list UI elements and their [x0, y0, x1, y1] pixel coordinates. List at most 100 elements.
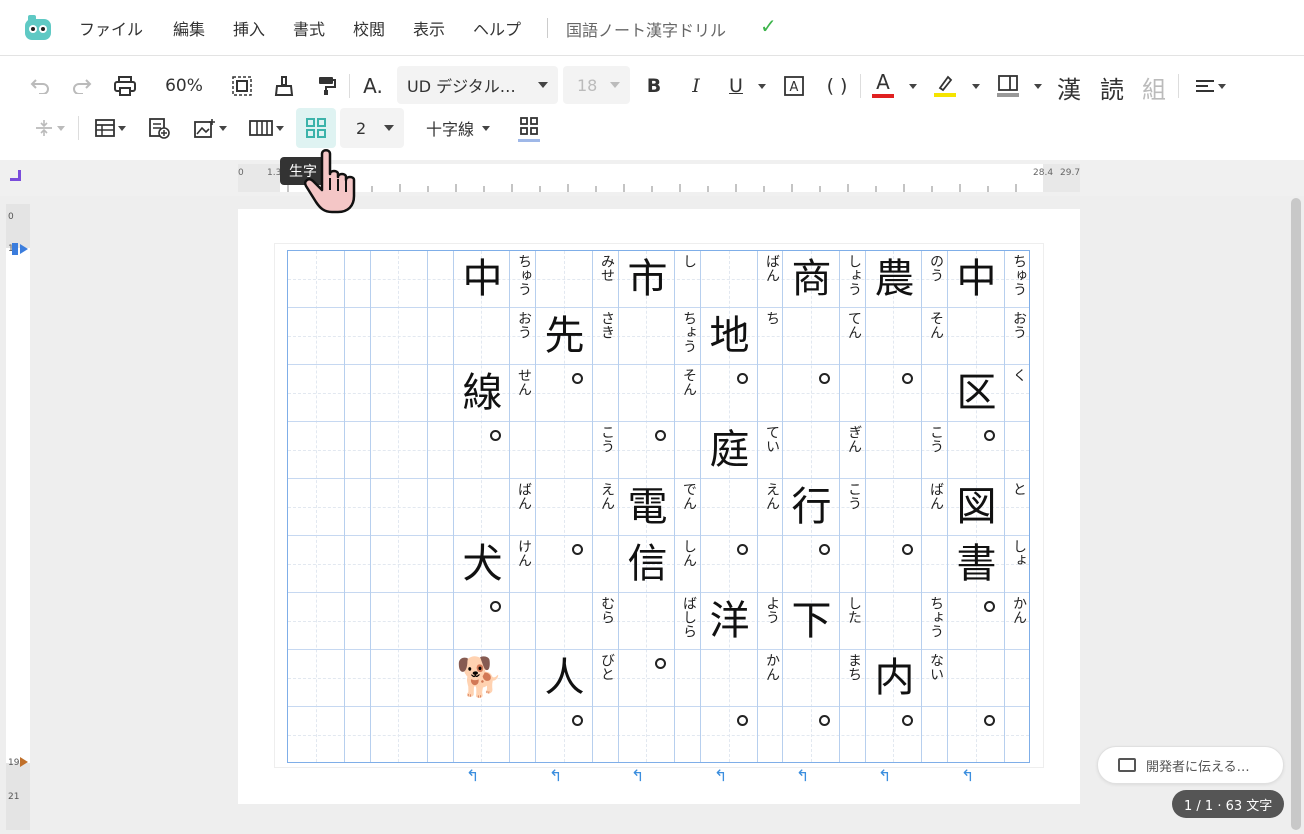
- furigana-text[interactable]: ばん: [760, 254, 780, 282]
- column-return-arrow-icon[interactable]: ↰: [961, 766, 974, 785]
- menu-edit[interactable]: 編集: [173, 16, 205, 40]
- zoom-level[interactable]: 60%: [160, 74, 208, 98]
- compose-button[interactable]: 組: [1142, 70, 1166, 105]
- kanji-button[interactable]: 漢: [1057, 70, 1081, 105]
- grid-squares-icon[interactable]: [296, 108, 336, 148]
- feedback-button[interactable]: 開発者に伝える…: [1097, 746, 1284, 784]
- furigana-text[interactable]: えん: [760, 482, 780, 510]
- insert-image-icon[interactable]: [192, 116, 228, 140]
- furigana-text[interactable]: そん: [924, 311, 944, 339]
- menu-insert[interactable]: 挿入: [233, 16, 265, 40]
- column-return-arrow-icon[interactable]: ↰: [796, 766, 809, 785]
- font-color-chevron-down-icon[interactable]: [903, 74, 919, 98]
- furigana-text[interactable]: しょ: [1007, 539, 1027, 567]
- kanji-cell[interactable]: 農: [866, 251, 923, 307]
- text-style-icon[interactable]: A.: [360, 72, 386, 100]
- furigana-text[interactable]: しん: [677, 539, 697, 567]
- font-family-select[interactable]: UD デジタル…: [397, 66, 558, 104]
- bold-icon[interactable]: B: [642, 74, 666, 98]
- menu-format[interactable]: 書式: [293, 16, 325, 40]
- kanji-cell[interactable]: 庭: [701, 422, 758, 478]
- column-return-arrow-icon[interactable]: ↰: [631, 766, 644, 785]
- font-color-icon[interactable]: A: [870, 70, 896, 100]
- furigana-text[interactable]: ない: [924, 653, 944, 681]
- bottom-margin-marker-icon[interactable]: [20, 757, 28, 767]
- kanji-cell[interactable]: 書: [948, 536, 1005, 592]
- kanji-cell[interactable]: 中: [454, 251, 511, 307]
- kanji-cell[interactable]: 区: [948, 365, 1005, 421]
- furigana-text[interactable]: ちゅう: [512, 254, 532, 296]
- kanji-cell[interactable]: 信: [619, 536, 676, 592]
- column-return-arrow-icon[interactable]: ↰: [878, 766, 891, 785]
- undo-icon[interactable]: [28, 74, 52, 98]
- border-chevron-down-icon[interactable]: [1028, 74, 1044, 98]
- border-icon[interactable]: [996, 72, 1020, 100]
- select-all-icon[interactable]: [230, 74, 254, 98]
- grid-toggle-icon[interactable]: [516, 114, 542, 144]
- furigana-text[interactable]: そん: [677, 368, 697, 396]
- furigana-text[interactable]: し: [677, 254, 697, 268]
- kanji-cell[interactable]: 人: [536, 650, 593, 706]
- furigana-text[interactable]: ばん: [924, 482, 944, 510]
- manuscript-layout-icon[interactable]: [246, 116, 286, 140]
- furigana-text[interactable]: えん: [595, 482, 615, 510]
- menu-view[interactable]: 表示: [413, 16, 445, 40]
- underline-icon[interactable]: U: [724, 74, 748, 98]
- kanji-cell[interactable]: 下: [783, 593, 840, 649]
- font-size-select[interactable]: 18: [563, 66, 630, 104]
- table-icon[interactable]: [92, 116, 128, 140]
- menu-file[interactable]: ファイル: [79, 16, 143, 40]
- reading-button[interactable]: 読: [1100, 70, 1124, 105]
- furigana-text[interactable]: でん: [677, 482, 697, 510]
- furigana-text[interactable]: ぎん: [842, 425, 862, 453]
- kanji-cell[interactable]: 行: [783, 479, 840, 535]
- furigana-text[interactable]: ち: [760, 311, 780, 325]
- kanji-cell[interactable]: 市: [619, 251, 676, 307]
- furigana-text[interactable]: かん: [760, 653, 780, 681]
- print-icon[interactable]: [112, 74, 138, 98]
- clear-format-brush-icon[interactable]: [272, 74, 296, 98]
- kanji-cell[interactable]: 図: [948, 479, 1005, 535]
- grid-count-select[interactable]: 2: [340, 108, 404, 148]
- furigana-text[interactable]: ちょう: [924, 596, 944, 638]
- horizontal-ruler[interactable]: [238, 164, 1080, 192]
- kanji-cell[interactable]: 犬: [454, 536, 511, 592]
- furigana-text[interactable]: さき: [595, 311, 615, 339]
- column-return-arrow-icon[interactable]: ↰: [714, 766, 727, 785]
- line-style-select[interactable]: 十字線: [418, 116, 498, 140]
- furigana-text[interactable]: ちゅう: [1007, 254, 1027, 296]
- kanji-cell[interactable]: 電: [619, 479, 676, 535]
- highlight-chevron-down-icon[interactable]: [966, 74, 982, 98]
- furigana-text[interactable]: むら: [595, 596, 615, 624]
- vertical-scrollbar[interactable]: [1291, 198, 1301, 830]
- furigana-text[interactable]: まち: [842, 653, 862, 681]
- insert-note-icon[interactable]: [146, 116, 172, 140]
- redo-icon[interactable]: [70, 74, 94, 98]
- column-return-arrow-icon[interactable]: ↰: [549, 766, 562, 785]
- furigana-text[interactable]: ばしら: [677, 596, 697, 638]
- furigana-text[interactable]: く: [1007, 368, 1027, 382]
- furigana-text[interactable]: びと: [595, 653, 615, 681]
- furigana-text[interactable]: おう: [512, 311, 532, 339]
- indent-marker-icon[interactable]: [20, 244, 28, 254]
- bracket-icon[interactable]: ( ): [823, 74, 851, 98]
- furigana-text[interactable]: みせ: [595, 254, 615, 282]
- kanji-cell[interactable]: 中: [948, 251, 1005, 307]
- line-spacing-icon[interactable]: [30, 116, 68, 140]
- furigana-text[interactable]: かん: [1007, 596, 1027, 624]
- kanji-cell[interactable]: 先: [536, 308, 593, 364]
- furigana-text[interactable]: よう: [760, 596, 780, 624]
- furigana-text[interactable]: こう: [924, 425, 944, 453]
- furigana-text[interactable]: しょう: [842, 254, 862, 296]
- furigana-text[interactable]: てん: [842, 311, 862, 339]
- furigana-text[interactable]: と: [1007, 482, 1027, 496]
- furigana-text[interactable]: せん: [512, 368, 532, 396]
- align-icon[interactable]: [1192, 74, 1228, 98]
- menu-help[interactable]: ヘルプ: [473, 16, 521, 40]
- furigana-text[interactable]: おう: [1007, 311, 1027, 339]
- paint-format-icon[interactable]: [314, 74, 338, 98]
- app-logo[interactable]: [24, 15, 52, 41]
- kanji-cell[interactable]: 内: [866, 650, 923, 706]
- kanji-cell[interactable]: 商: [783, 251, 840, 307]
- italic-icon[interactable]: I: [684, 74, 708, 98]
